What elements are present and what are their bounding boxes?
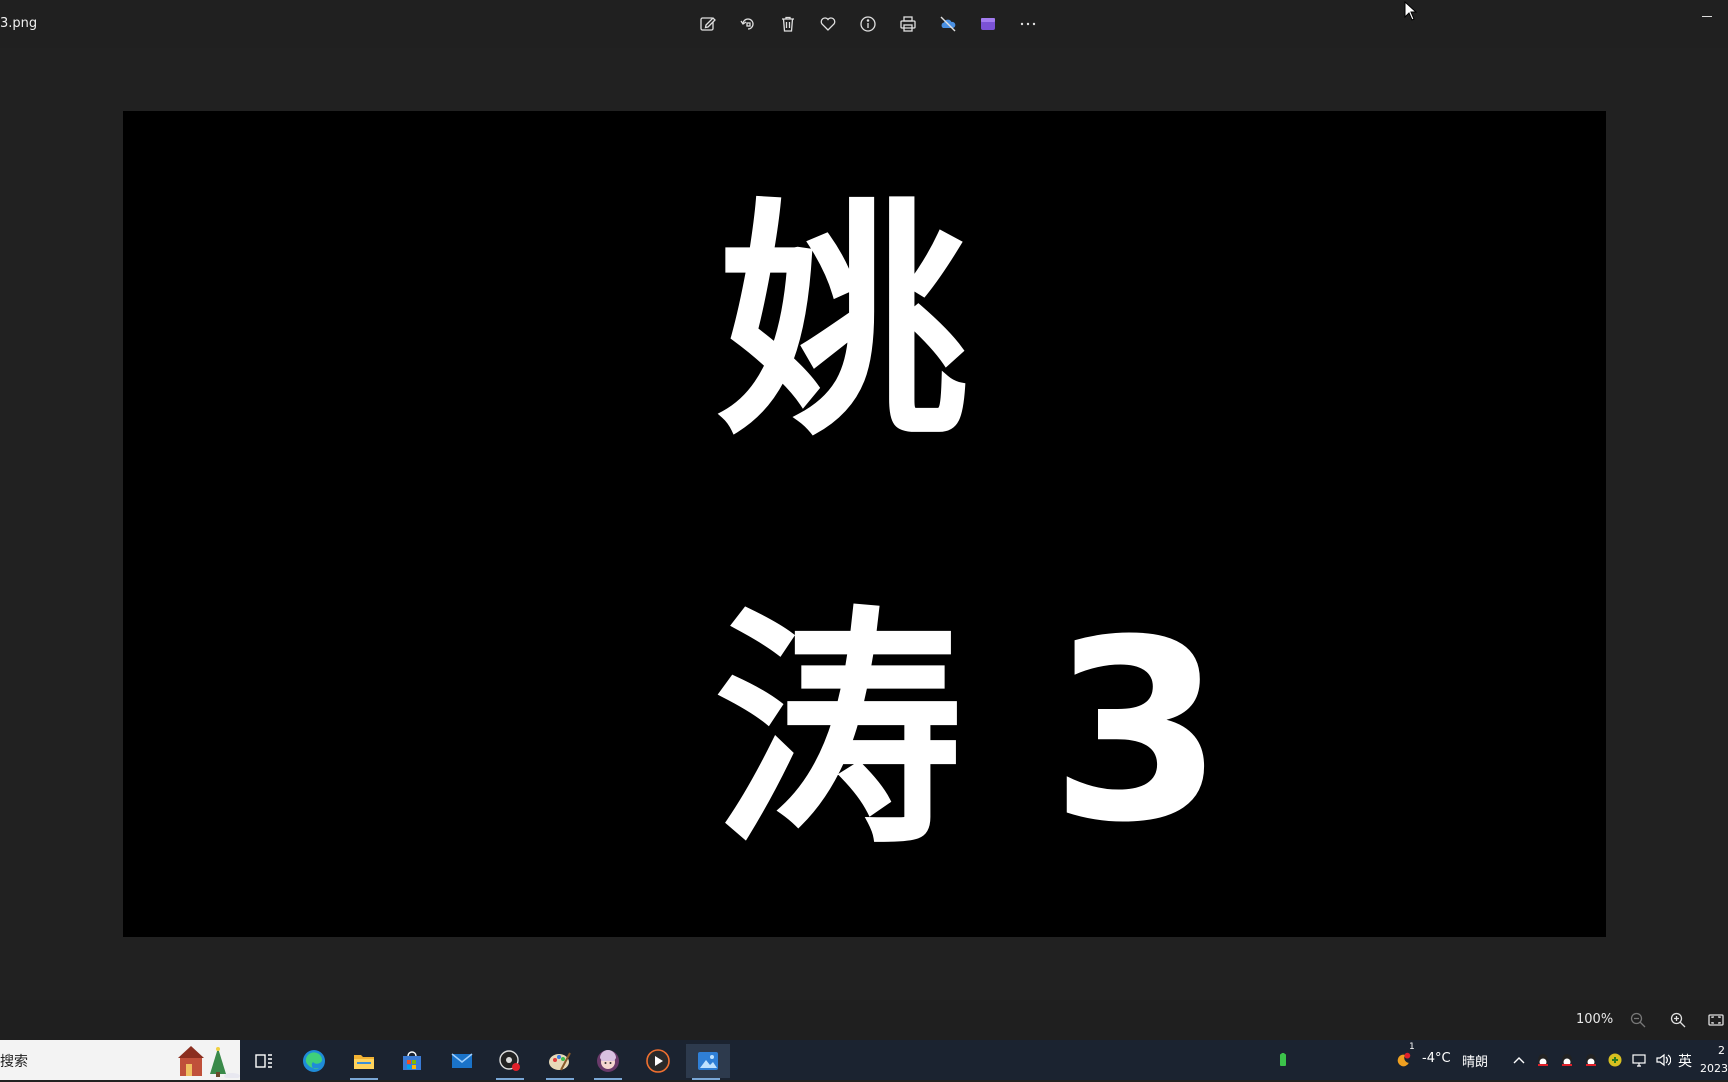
fit-to-window-button[interactable] (1706, 1010, 1726, 1030)
edit-image-icon (700, 17, 716, 31)
battery-tray-icon[interactable] (1274, 1050, 1292, 1070)
weather-icon[interactable] (1392, 1050, 1414, 1070)
anime-app-button[interactable] (588, 1044, 628, 1080)
paint-button[interactable] (540, 1044, 580, 1080)
file-explorer-icon (354, 1055, 374, 1069)
anime-app-icon (597, 1050, 619, 1072)
ime-indicator[interactable]: 英 (1678, 1051, 1692, 1071)
show-hidden-icons-button[interactable] (1510, 1050, 1528, 1070)
store-icon (403, 1051, 421, 1070)
photos-button[interactable] (686, 1044, 730, 1080)
toolbar (688, 8, 1048, 40)
image-text-line2: 涛 3 (713, 586, 1224, 877)
taskbar-search[interactable]: 搜索 (0, 1040, 240, 1080)
media-player-button[interactable] (638, 1044, 678, 1078)
clipchamp-button[interactable] (968, 8, 1008, 40)
media-player-icon (646, 1049, 670, 1073)
recorder-button[interactable] (490, 1044, 530, 1080)
image-canvas: 姚 涛 3 (123, 111, 1606, 937)
zoom-level: 100% (1576, 1012, 1614, 1027)
title-bar: 3.png (0, 0, 1728, 48)
mail-button[interactable] (442, 1044, 482, 1078)
info-icon (860, 16, 876, 32)
file-name: 3.png (0, 16, 38, 31)
delete-button[interactable] (768, 8, 808, 40)
zoom-in-button[interactable] (1668, 1010, 1688, 1030)
edge-icon (303, 1050, 325, 1072)
image-text-char1: 姚 (719, 178, 969, 469)
task-view-button[interactable] (244, 1044, 284, 1078)
status-bar: 100% (0, 1000, 1728, 1040)
search-placeholder: 搜索 (0, 1054, 28, 1070)
rotate-icon (740, 18, 754, 30)
favorite-icon (820, 17, 836, 31)
weather-temperature[interactable]: -4°C (1422, 1051, 1451, 1066)
store-button[interactable] (392, 1044, 432, 1078)
mail-icon (451, 1053, 473, 1068)
volume-icon[interactable] (1654, 1050, 1672, 1070)
edit-image-button[interactable] (688, 8, 728, 40)
zoom-out-button[interactable] (1628, 1010, 1648, 1030)
print-icon (900, 16, 916, 32)
more-icon (1020, 22, 1036, 26)
security-tray-icon[interactable] (1606, 1050, 1624, 1070)
paint-icon (549, 1052, 571, 1071)
rotate-button[interactable] (728, 8, 768, 40)
minimize-button[interactable] (1700, 10, 1716, 22)
clock-date[interactable]: 2023 (1700, 1062, 1728, 1075)
qq-tray-icon-1[interactable] (1534, 1050, 1552, 1070)
weather-badge: 1 (1409, 1042, 1415, 1052)
chevron-up-icon (1513, 1057, 1525, 1064)
file-explorer-button[interactable] (344, 1044, 384, 1080)
zoom-out-icon (1630, 1012, 1646, 1028)
onedrive-off-icon (940, 16, 956, 32)
zoom-in-icon (1670, 1012, 1686, 1028)
photos-icon (698, 1052, 718, 1070)
delete-icon (782, 16, 794, 32)
task-view-icon (255, 1054, 272, 1068)
print-button[interactable] (888, 8, 928, 40)
qq-tray-icon-3[interactable] (1582, 1050, 1600, 1070)
weather-description[interactable]: 晴朗 (1462, 1051, 1488, 1070)
info-button[interactable] (848, 8, 888, 40)
photos-app-window: 3.png 姚 涛 3 100% (0, 0, 1728, 1040)
clipchamp-icon (981, 18, 995, 30)
onedrive-button[interactable] (928, 8, 968, 40)
qq-tray-icon-2[interactable] (1558, 1050, 1576, 1070)
recorder-icon (499, 1050, 520, 1071)
mouse-cursor-icon (1404, 0, 1418, 21)
more-button[interactable] (1008, 8, 1048, 40)
clock-time[interactable]: 2 (1718, 1044, 1725, 1057)
favorite-button[interactable] (808, 8, 848, 40)
edge-button[interactable] (294, 1044, 334, 1078)
search-highlight-image (176, 1044, 240, 1079)
network-icon[interactable] (1630, 1050, 1648, 1070)
taskbar: 搜索 1 -4°C 晴朗 英 2 2023 (0, 1040, 1728, 1080)
fit-window-icon (1708, 1014, 1724, 1026)
